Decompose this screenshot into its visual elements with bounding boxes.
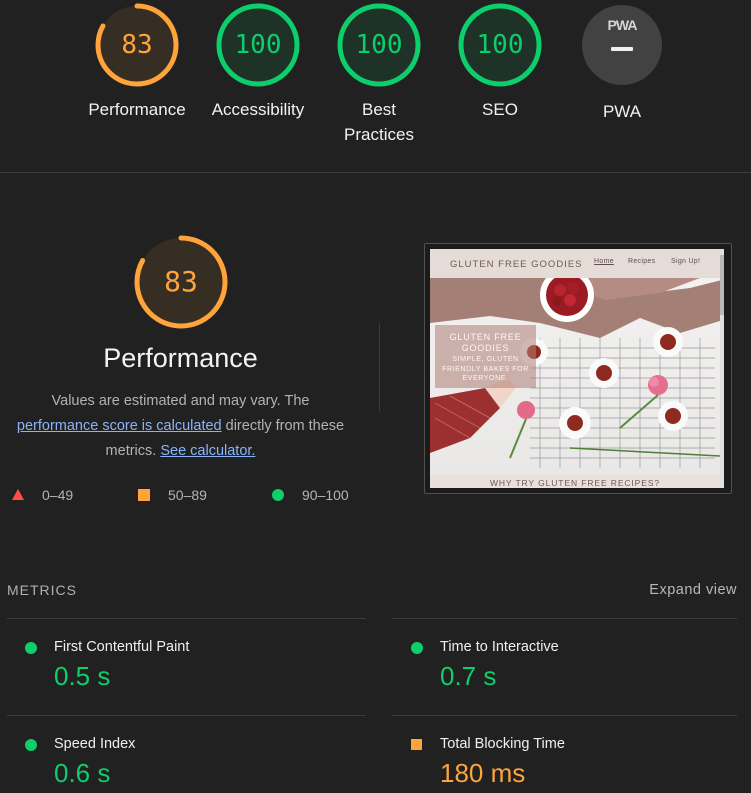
score-calculated-link[interactable]: performance score is calculated bbox=[17, 418, 222, 434]
screenshot-page: GLUTEN FREE GOODIES Home Recipes Sign Up… bbox=[430, 249, 724, 488]
gauge-score: 83 bbox=[121, 30, 153, 60]
square-icon bbox=[411, 739, 422, 750]
circle-icon bbox=[25, 642, 37, 654]
screenshot-nav-recipes: Recipes bbox=[628, 258, 656, 265]
circle-icon bbox=[411, 642, 423, 654]
gauge-score: 100 bbox=[476, 30, 524, 60]
performance-score: 83 bbox=[164, 265, 198, 298]
screenshot-footer-heading: WHY TRY GLUTEN FREE RECIPES? bbox=[489, 478, 661, 488]
screenshot-hero-subtitle: SIMPLE, GLUTEN FRIENDLY BAKES FOR EVERYO… bbox=[442, 356, 529, 382]
metric-value: 180 ms bbox=[440, 758, 526, 788]
metric-divider bbox=[7, 618, 366, 619]
pwa-logo-text: PWA bbox=[607, 17, 638, 33]
screenshot-nav-home: Home bbox=[594, 258, 614, 265]
circle-icon bbox=[272, 489, 284, 501]
metric-value: 0.6 s bbox=[54, 758, 111, 788]
gauge-seo[interactable]: 100 SEO bbox=[439, 0, 561, 122]
metric-value: 0.5 s bbox=[54, 661, 111, 691]
gauge-ring: 100 bbox=[458, 3, 542, 87]
legend-range: 0–49 bbox=[42, 487, 74, 503]
gauge-accessibility[interactable]: 100 Accessibility bbox=[197, 0, 319, 122]
metric-value: 0.7 s bbox=[440, 661, 497, 691]
expand-view-button[interactable]: Expand view bbox=[649, 582, 737, 598]
triangle-icon bbox=[12, 489, 24, 500]
gauge-best-practices[interactable]: 100 Best Practices bbox=[318, 0, 440, 147]
gauge-ring: 83 bbox=[95, 3, 179, 87]
gauge-label: Performance bbox=[88, 100, 186, 119]
square-icon bbox=[138, 489, 150, 501]
metric-label: First Contentful Paint bbox=[54, 639, 190, 655]
metrics-header: METRICS bbox=[7, 582, 77, 598]
see-calculator-link[interactable]: See calculator. bbox=[160, 443, 255, 459]
divider bbox=[0, 172, 751, 173]
legend-range: 90–100 bbox=[302, 487, 349, 503]
screenshot-nav-signup: Sign Up! bbox=[671, 258, 701, 265]
metric-label: Total Blocking Time bbox=[440, 736, 565, 752]
vertical-divider bbox=[379, 323, 380, 411]
gauge-ring: 100 bbox=[337, 3, 421, 87]
gauge-ring: 100 bbox=[216, 3, 300, 87]
pwa-badge: PWA bbox=[582, 5, 662, 85]
performance-description: Values are estimated and may vary. The p… bbox=[0, 389, 361, 464]
metric-label: Speed Index bbox=[54, 736, 136, 752]
performance-gauge-large: 83 bbox=[134, 235, 228, 329]
metric-label: Time to Interactive bbox=[440, 639, 559, 655]
lighthouse-report: 83 Performance 100 Accessibility 100 Bes… bbox=[0, 0, 751, 793]
screenshot-scrollbar bbox=[720, 249, 724, 488]
page-screenshot-thumbnail[interactable]: GLUTEN FREE GOODIES Home Recipes Sign Up… bbox=[424, 243, 732, 494]
circle-icon bbox=[25, 739, 37, 751]
gauge-label: Best Practices bbox=[344, 100, 414, 144]
metric-divider bbox=[392, 715, 737, 716]
gauge-label: PWA bbox=[602, 102, 642, 121]
scrollbar-thumb bbox=[720, 255, 724, 315]
gauge-label: SEO bbox=[482, 100, 518, 119]
metric-divider bbox=[7, 715, 366, 716]
description-text: Values are estimated and may vary. The bbox=[51, 393, 310, 409]
screenshot-hero-title: GLUTEN FREE GOODIES bbox=[449, 332, 522, 353]
gauge-performance[interactable]: 83 Performance bbox=[76, 0, 198, 122]
gauge-score: 100 bbox=[234, 30, 282, 60]
metric-divider bbox=[392, 618, 737, 619]
gauge-score: 100 bbox=[355, 30, 403, 60]
gauge-pwa[interactable]: PWA PWA bbox=[561, 0, 683, 124]
gauge-label: Accessibility bbox=[211, 100, 305, 119]
legend-range: 50–89 bbox=[168, 487, 207, 503]
pwa-dash-icon bbox=[611, 47, 633, 51]
screenshot-brand: GLUTEN FREE GOODIES bbox=[450, 259, 583, 270]
performance-title: Performance bbox=[103, 343, 258, 373]
